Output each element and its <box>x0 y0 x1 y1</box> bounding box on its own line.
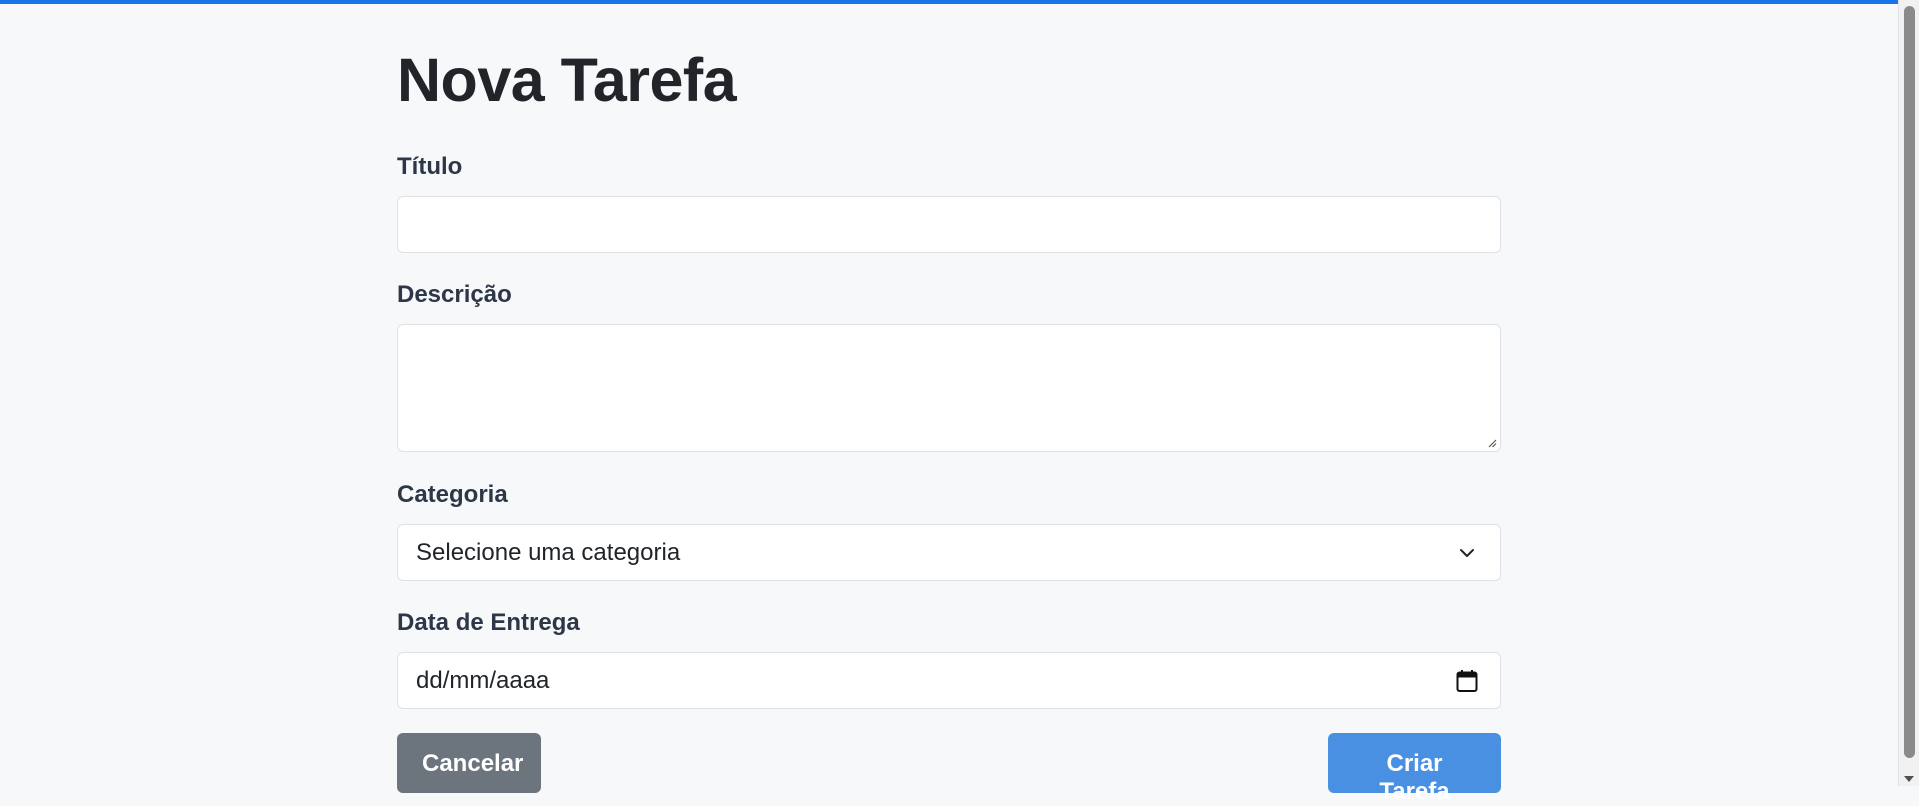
create-task-button[interactable]: Criar Tarefa <box>1328 733 1501 805</box>
cancel-button[interactable]: Cancelar <box>397 733 541 793</box>
chevron-down-icon <box>1460 549 1474 557</box>
vertical-scrollbar[interactable] <box>1898 0 1919 786</box>
due-date-label: Data de Entrega <box>397 609 580 636</box>
description-textarea[interactable] <box>397 324 1501 452</box>
category-select[interactable]: Selecione uma categoria <box>397 524 1501 581</box>
title-label: Título <box>397 153 463 180</box>
top-accent-bar <box>0 0 1898 4</box>
title-input[interactable] <box>397 196 1501 253</box>
description-label: Descrição <box>397 281 512 308</box>
due-date-placeholder: dd/mm/aaaa <box>416 666 550 694</box>
due-date-input[interactable]: dd/mm/aaaa <box>397 652 1501 709</box>
scroll-down-arrow-icon[interactable] <box>1904 776 1914 782</box>
page-title: Nova Tarefa <box>397 46 737 114</box>
scrollbar-thumb[interactable] <box>1904 6 1915 758</box>
category-label: Categoria <box>397 481 508 508</box>
resize-handle-icon[interactable] <box>1487 438 1497 448</box>
calendar-icon[interactable] <box>1456 669 1478 693</box>
category-selected-value: Selecione uma categoria <box>416 538 681 566</box>
